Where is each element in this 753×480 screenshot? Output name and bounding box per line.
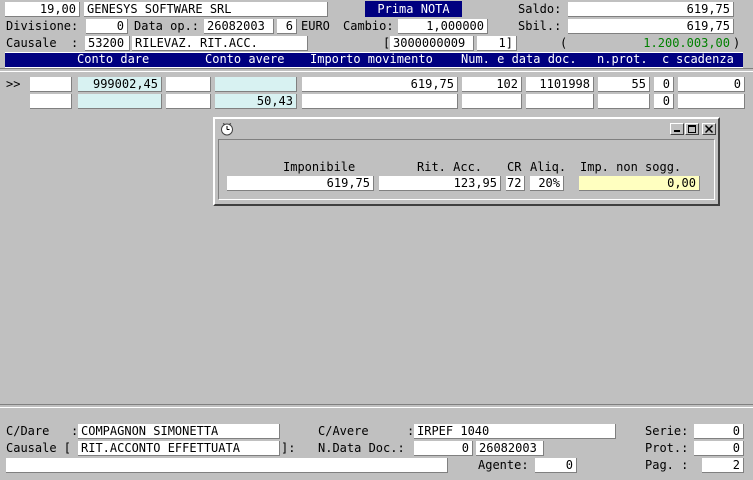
imponibile-label: Imponibile [283, 160, 356, 174]
causale-code-field[interactable]: 53200 [85, 36, 130, 51]
grid-top-separator [0, 68, 753, 72]
data-op-label: Data op.: [134, 19, 200, 33]
sbil-label: Sbil.: [518, 19, 562, 33]
footer-causale-close: ]: [281, 441, 296, 455]
importo-cell[interactable] [302, 94, 458, 109]
num-doc-cell[interactable] [462, 94, 522, 109]
c-cell[interactable]: 0 [654, 94, 674, 109]
aliq-field[interactable]: 20% [530, 176, 564, 191]
row-blank-cell[interactable] [30, 77, 72, 92]
col-scadenza: scadenza [676, 52, 734, 66]
ref-field[interactable]: 3000000009 [390, 36, 474, 51]
conto-dare-cell[interactable]: 999002,45 [78, 77, 162, 92]
importo-cell[interactable]: 619,75 [302, 77, 458, 92]
causale-label: Causale : [6, 36, 79, 50]
cavere-label: C/Avere [318, 424, 369, 438]
company-field[interactable]: GENESYS SOFTWARE SRL [84, 2, 328, 17]
prot-cell[interactable] [598, 94, 650, 109]
top-amount-field[interactable]: 19,00 [5, 2, 80, 17]
col-nprot: n.prot. [597, 52, 648, 66]
agente-field[interactable]: 0 [535, 458, 577, 473]
aliq-label: Aliq. [530, 160, 567, 174]
cambio-label: Cambio: [343, 19, 394, 33]
num-doc-cell[interactable]: 102 [462, 77, 522, 92]
pag-label: Pag. : [645, 458, 689, 472]
serie-field[interactable]: 0 [694, 424, 744, 439]
dialog-titlebar [217, 121, 716, 137]
scadenza-cell[interactable] [678, 94, 745, 109]
cdare-label: C/Dare : [6, 424, 79, 438]
divisione-field[interactable]: 0 [86, 19, 128, 34]
prot-label: Prot.: [645, 441, 689, 455]
maximize-icon[interactable] [685, 123, 699, 135]
rit-acc-field[interactable]: 123,95 [379, 176, 501, 191]
cr-label: CR [507, 160, 522, 174]
footer-note-field[interactable] [6, 458, 448, 473]
saldo-value: 619,75 [568, 2, 734, 17]
cdare-field[interactable]: COMPAGNON SIMONETTA [78, 424, 280, 439]
conto-avere-cell[interactable] [215, 77, 297, 92]
cavere-field[interactable]: IRPEF 1040 [414, 424, 616, 439]
cambio-field[interactable]: 1,000000 [398, 19, 488, 34]
cr-field[interactable]: 72 [506, 176, 525, 191]
balance-paren-open: ( [560, 36, 568, 50]
row-blank-cell[interactable] [30, 94, 72, 109]
data-op-field[interactable]: 26082003 [204, 19, 274, 34]
data-op-extra-field[interactable]: 6 [277, 19, 297, 34]
prot-field[interactable]: 0 [694, 441, 744, 456]
minimize-icon[interactable] [670, 123, 684, 135]
footer-causale-field[interactable]: RIT.ACCONTO EFFETTUATA [78, 441, 280, 456]
col-num-data-doc: Num. e data doc. [461, 52, 577, 66]
conto-dare-sub-cell[interactable] [166, 94, 211, 109]
data-doc-cell[interactable] [526, 94, 594, 109]
balance-value: 1.200.003,00 [643, 36, 730, 50]
imponibile-field[interactable]: 619,75 [227, 176, 374, 191]
close-icon[interactable] [702, 123, 716, 135]
sbil-value: 619,75 [568, 19, 734, 34]
imp-non-sogg-label: Imp. non sogg. [580, 160, 682, 174]
ndata-date-field[interactable]: 26082003 [476, 441, 544, 456]
ref-extra-field[interactable]: 1] [477, 36, 517, 51]
saldo-label: Saldo: [518, 2, 562, 16]
conto-avere-cell[interactable]: 50,43 [215, 94, 297, 109]
ndata-label: N.Data Doc.: [318, 441, 405, 455]
window-title: Prima NOTA [365, 1, 462, 17]
agente-label: Agente: [478, 458, 529, 472]
ndata-num-field[interactable]: 0 [414, 441, 473, 456]
col-c: c [662, 52, 670, 66]
conto-dare-sub-cell[interactable] [166, 77, 211, 92]
rit-acc-label: Rit. Acc. [417, 160, 483, 174]
col-conto-avere: Conto avere [205, 52, 285, 66]
clock-icon [220, 122, 234, 136]
row-marker: >> [6, 77, 21, 91]
causale-desc-field[interactable]: RILEVAZ. RIT.ACC. [132, 36, 308, 51]
pag-field[interactable]: 2 [702, 458, 744, 473]
footer-separator [0, 404, 753, 408]
dialog-body: Imponibile 619,75 Rit. Acc. 123,95 CR 72… [218, 139, 715, 200]
conto-dare-cell[interactable] [78, 94, 162, 109]
imp-non-sogg-field[interactable]: 0,00 [579, 176, 700, 191]
footer-causale-label: Causale [ [6, 441, 72, 455]
grid-header: Conto dare Conto avere Importo movimento… [5, 52, 743, 68]
col-importo: Importo movimento [310, 52, 433, 66]
ritenuta-dialog: Imponibile 619,75 Rit. Acc. 123,95 CR 72… [213, 117, 720, 206]
balance-paren-close: ) [733, 36, 741, 50]
scadenza-cell[interactable]: 0 [678, 77, 745, 92]
data-doc-cell[interactable]: 1101998 [526, 77, 594, 92]
serie-label: Serie: [645, 424, 689, 438]
prot-cell[interactable]: 55 [598, 77, 650, 92]
col-conto-dare: Conto dare [77, 52, 150, 66]
divisione-label: Divisione: [6, 19, 79, 33]
currency-label: EURO [301, 19, 330, 33]
c-cell[interactable]: 0 [654, 77, 674, 92]
